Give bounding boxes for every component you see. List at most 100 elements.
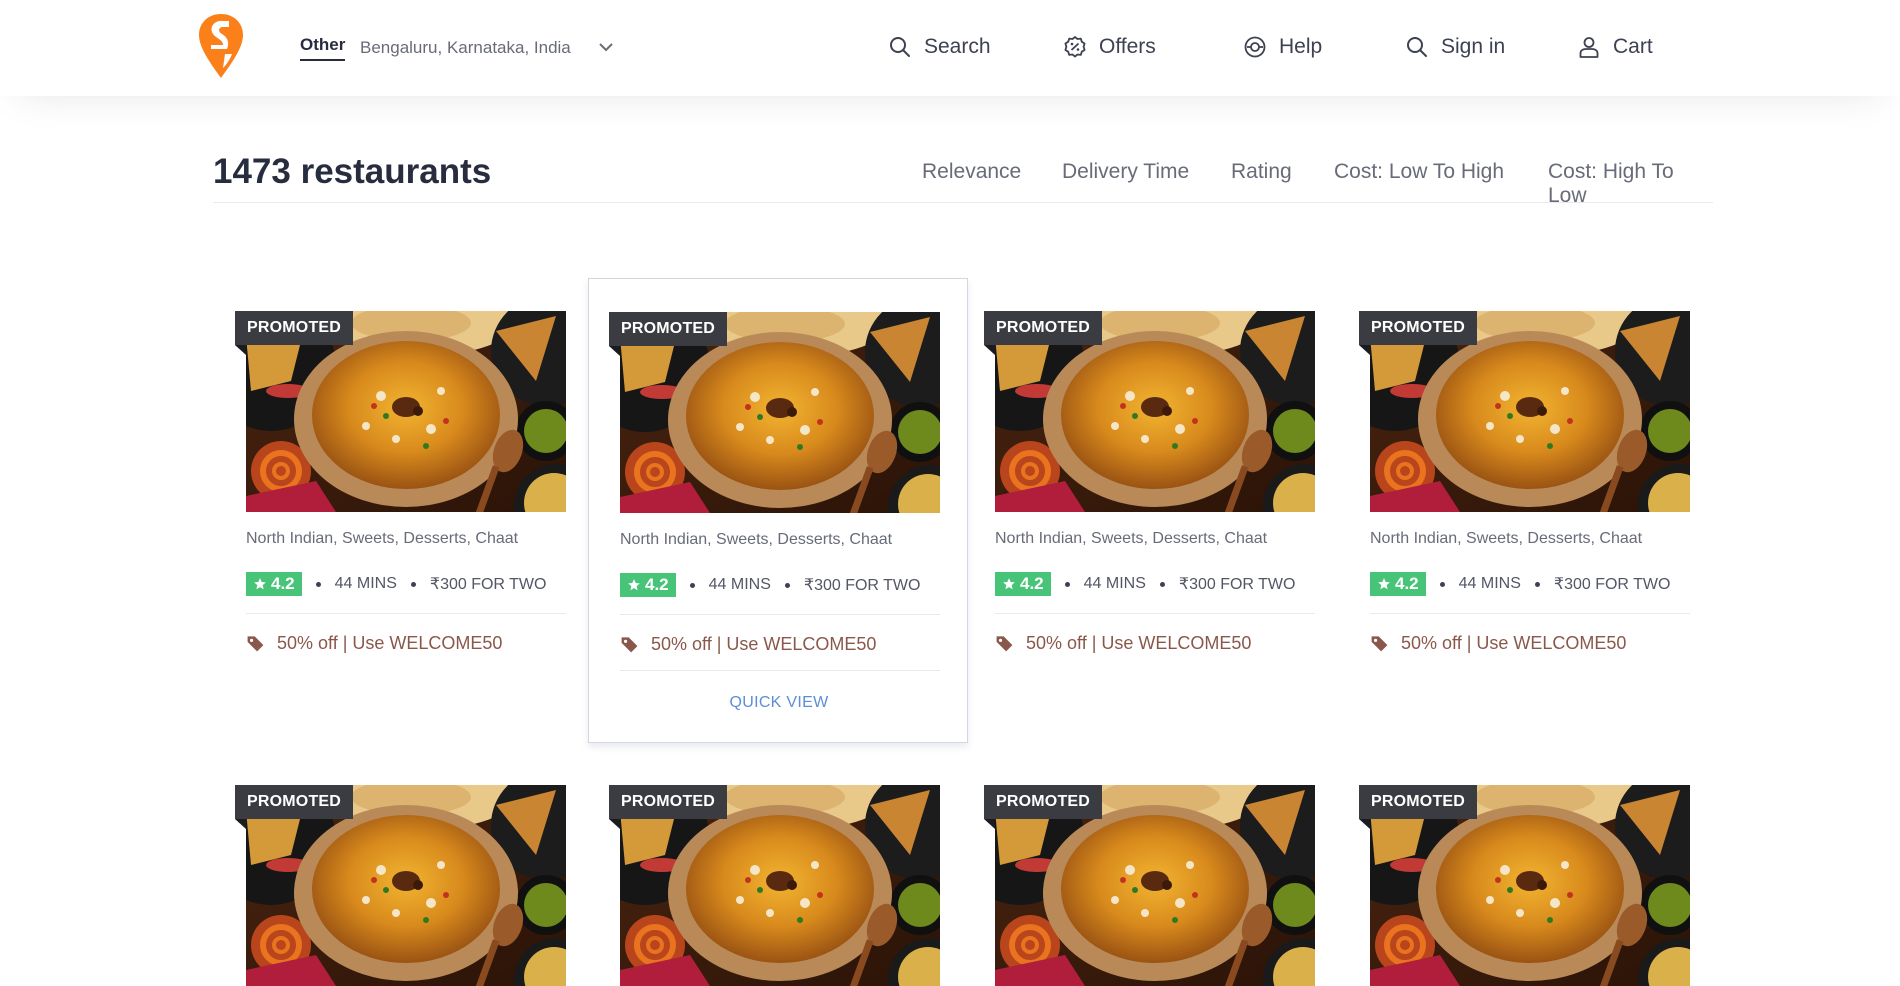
delivery-time: 44 MINS (1458, 575, 1521, 592)
star-icon (628, 579, 640, 591)
sort-cost-high-to-low[interactable]: Cost: High To Low (1548, 160, 1713, 208)
restaurant-card[interactable]: PROMOTED North Indian, Sweets, Desserts,… (1351, 278, 1731, 743)
offer-row: 50% off | Use WELCOME50 (1370, 633, 1626, 654)
restaurant-card[interactable]: PROMOTED (227, 752, 607, 890)
restaurant-card[interactable]: PROMOTED North Indian, Sweets, Desserts,… (588, 278, 968, 743)
restaurant-image-wrap: PROMOTED (984, 785, 1315, 986)
cuisines-text: North Indian, Sweets, Desserts, Chaat (620, 531, 893, 548)
promoted-badge: PROMOTED (984, 785, 1103, 829)
card-meta: 4.2 44 MINS ₹300 FOR TWO (1370, 571, 1670, 597)
swiggy-logo[interactable] (199, 14, 243, 78)
rating-value: 4.2 (1020, 574, 1044, 593)
separator-dot (784, 582, 790, 588)
restaurant-card[interactable]: PROMOTED North Indian, Sweets, Desserts,… (976, 278, 1356, 743)
help-icon (1244, 36, 1266, 58)
top-header: Other Bengaluru, Karnataka, India Search… (0, 0, 1900, 96)
tag-icon (996, 636, 1013, 652)
offer-text: 50% off | Use WELCOME50 (651, 634, 877, 654)
sort-rating[interactable]: Rating (1231, 160, 1292, 184)
restaurant-card[interactable]: PROMOTED North Indian, Sweets, Desserts,… (227, 278, 607, 743)
restaurant-image-wrap: PROMOTED (984, 311, 1315, 512)
restaurant-image-wrap: PROMOTED (1359, 311, 1690, 512)
promoted-badge: PROMOTED (609, 312, 728, 356)
listing-header: 1473 restaurants Relevance Delivery Time… (213, 146, 1713, 207)
tag-icon (1371, 636, 1388, 652)
nav-sign-in[interactable]: Sign in (1405, 32, 1505, 62)
nav-cart-label: Cart (1613, 35, 1653, 58)
nav-offers-label: Offers (1099, 35, 1156, 58)
tag-icon (621, 637, 638, 653)
divider (1370, 613, 1690, 614)
user-icon (1579, 37, 1599, 58)
restaurant-image-wrap: PROMOTED (1359, 785, 1690, 986)
nav-cart[interactable]: Cart (1577, 32, 1653, 62)
divider (620, 670, 940, 671)
cost-for-two: ₹300 FOR TWO (1553, 576, 1671, 593)
delivery-time: 44 MINS (1083, 575, 1146, 592)
card-meta: 4.2 44 MINS ₹300 FOR TWO (620, 572, 920, 598)
cuisines-text: North Indian, Sweets, Desserts, Chaat (995, 530, 1268, 547)
offer-row: 50% off | Use WELCOME50 (995, 633, 1251, 654)
delivery-time: 44 MINS (334, 575, 397, 592)
offers-icon (1064, 36, 1086, 58)
divider (995, 613, 1315, 614)
rating-badge: 4.2 (995, 572, 1051, 596)
separator-dot (689, 582, 695, 588)
rating-value: 4.2 (271, 574, 295, 593)
offer-text: 50% off | Use WELCOME50 (277, 633, 503, 653)
restaurant-card[interactable]: PROMOTED (976, 752, 1356, 890)
separator-dot (410, 581, 416, 587)
nav-search[interactable]: Search (888, 32, 991, 62)
cost-for-two: ₹300 FOR TWO (1178, 576, 1296, 593)
offer-text: 50% off | Use WELCOME50 (1401, 633, 1627, 653)
promoted-badge: PROMOTED (609, 785, 728, 829)
separator-dot (315, 581, 321, 587)
nav-help-label: Help (1279, 35, 1323, 58)
restaurant-image-wrap: PROMOTED (235, 785, 566, 986)
cuisines-text: North Indian, Sweets, Desserts, Chaat (246, 530, 519, 547)
nav-offers[interactable]: Offers (1063, 32, 1156, 62)
separator-dot (1064, 581, 1070, 587)
nav-sign-in-label: Sign in (1441, 35, 1506, 58)
sort-cost-low-to-high[interactable]: Cost: Low To High (1334, 160, 1504, 184)
star-icon (1378, 578, 1390, 590)
promoted-badge: PROMOTED (1359, 311, 1478, 355)
chevron-down-icon[interactable] (597, 38, 615, 56)
rating-value: 4.2 (645, 575, 669, 594)
rating-badge: 4.2 (246, 572, 302, 596)
divider (246, 613, 566, 614)
separator-dot (1159, 581, 1165, 587)
restaurant-card[interactable]: PROMOTED (1351, 752, 1731, 890)
location-text[interactable]: Bengaluru, Karnataka, India (360, 38, 571, 58)
offer-row: 50% off | Use WELCOME50 (620, 634, 876, 655)
nav-search-label: Search (924, 35, 991, 58)
rating-value: 4.2 (1395, 574, 1419, 593)
card-meta: 4.2 44 MINS ₹300 FOR TWO (995, 571, 1295, 597)
nav-help[interactable]: Help (1243, 32, 1322, 62)
promoted-badge: PROMOTED (235, 785, 354, 829)
location-type[interactable]: Other (300, 35, 346, 61)
cuisines-text: North Indian, Sweets, Desserts, Chaat (1370, 530, 1643, 547)
restaurant-image-wrap: PROMOTED (609, 785, 940, 986)
star-icon (1003, 578, 1015, 590)
restaurant-card[interactable]: PROMOTED (588, 752, 968, 890)
promoted-badge: PROMOTED (984, 311, 1103, 355)
offer-row: 50% off | Use WELCOME50 (246, 633, 502, 654)
card-meta: 4.2 44 MINS ₹300 FOR TWO (246, 571, 546, 597)
offer-text: 50% off | Use WELCOME50 (1026, 633, 1252, 653)
divider (620, 614, 940, 615)
separator-dot (1534, 581, 1540, 587)
rating-badge: 4.2 (1370, 572, 1426, 596)
search-icon (890, 37, 910, 57)
sort-delivery-time[interactable]: Delivery Time (1062, 160, 1189, 184)
restaurant-image-wrap: PROMOTED (235, 311, 566, 512)
promoted-badge: PROMOTED (235, 311, 354, 355)
sort-relevance[interactable]: Relevance (922, 160, 1021, 184)
rating-badge: 4.2 (620, 573, 676, 597)
tag-icon (247, 636, 264, 652)
search-icon (1407, 37, 1427, 57)
cost-for-two: ₹300 FOR TWO (429, 576, 547, 593)
quick-view-link[interactable]: QUICK VIEW (589, 694, 969, 712)
restaurant-count-title: 1473 restaurants (213, 152, 492, 191)
star-icon (254, 578, 266, 590)
